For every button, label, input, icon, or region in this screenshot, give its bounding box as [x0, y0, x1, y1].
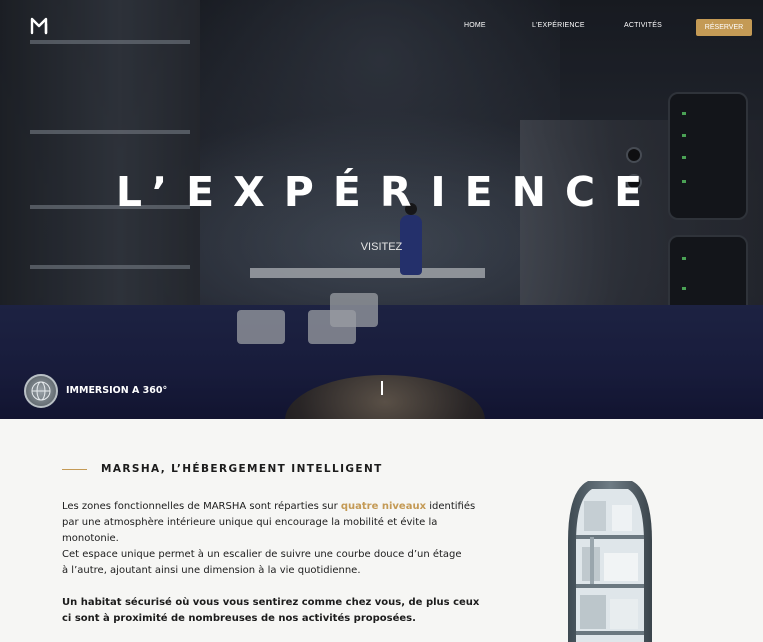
habitat-cross-section-image	[568, 481, 652, 642]
nav-experience-link[interactable]: L'EXPÉRIENCE	[532, 22, 585, 29]
nav-home-link[interactable]: HOME	[464, 22, 486, 29]
immersion-360-icon[interactable]	[24, 374, 58, 408]
marsha-logo-icon[interactable]	[29, 16, 49, 36]
paragraph-staircase: Cet espace unique permet à un escalier d…	[62, 549, 462, 576]
reserve-button[interactable]: RÉSERVER	[696, 19, 752, 36]
visit-link: VISITEZ	[0, 241, 763, 253]
immersion-360-label[interactable]: IMMERSION A 360°	[66, 385, 167, 396]
levels-highlight: quatre niveaux	[340, 501, 427, 512]
globe-icon	[31, 381, 51, 401]
paragraph-levels: Les zones fonctionnelles de MARSHA sont …	[62, 501, 476, 544]
hero-title: L’EXPÉRIENCE	[115, 168, 662, 216]
section-divider	[62, 469, 87, 470]
scroll-indicator[interactable]	[381, 381, 383, 395]
visit-link-label[interactable]: VISITEZ	[361, 241, 403, 253]
nav-activities-link[interactable]: ACTIVITÉS	[624, 22, 662, 29]
section-title: MARSHA, L’HÉBERGEMENT INTELLIGENT	[101, 463, 383, 475]
paragraph-safety: Un habitat sécurisé où vous vous sentire…	[62, 597, 480, 624]
